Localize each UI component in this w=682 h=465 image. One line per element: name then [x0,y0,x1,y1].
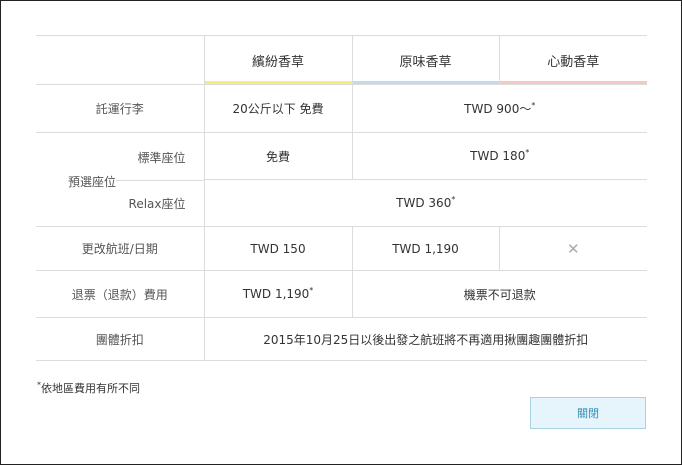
seat-standard-col23: TWD 180* [351,132,647,180]
row-label-seat-relax: Relax座位 [128,196,186,211]
row-label-seat-standard: 標準座位 [137,151,186,165]
change-col3: ✕ [498,226,647,271]
seat-relax-value: TWD 360 [396,196,452,210]
header-blank-cell [36,35,204,85]
table-row-seat-relax: Relax座位 TWD 360* [36,179,647,227]
refund-col1-value: TWD 1,190 [242,287,310,301]
change-col1: TWD 150 [203,226,352,271]
seat-standard-col1: 免費 [203,132,352,180]
baggage-col1: 20公斤以下 免費 [203,84,352,133]
table-row-refund: 退票（退款）費用 TWD 1,190* 機票不可退款 [36,270,647,318]
header-col3: 心動香草 [498,35,647,85]
baggage-col23-value: TWD 900～ [464,102,532,116]
close-button[interactable]: 關閉 [530,397,646,429]
header-col1-label: 繽紛香草 [251,54,304,70]
header-col2-color-bar [352,81,499,84]
baggage-col23: TWD 900～* [351,84,647,133]
seat-relax-label-cell: Relax座位 [36,179,204,227]
footnote: *依地區費用有所不同 [37,380,140,396]
header-col1-color-bar [204,81,352,84]
table-header-row: 繽紛香草 原味香草 心動香草 [36,35,647,85]
refund-col23: 機票不可退款 [351,270,647,318]
row-label-baggage: 託運行李 [36,84,204,133]
table-row-change: 更改航班/日期 TWD 150 TWD 1,190 ✕ [36,226,647,271]
seat-label-cell: 預選座位 標準座位 [36,132,204,189]
seat-relax-col123: TWD 360* [203,179,647,227]
refund-asterisk: * [309,286,314,295]
row-label-change: 更改航班/日期 [36,226,204,271]
table-row-baggage: 託運行李 20公斤以下 免費 TWD 900～* [36,84,647,133]
header-col1: 繽紛香草 [203,35,352,85]
seat-subrow-divider [116,179,204,181]
row-label-group: 團體折扣 [36,317,204,361]
table-row-seat-standard: 預選座位 標準座位 免費 TWD 180* [36,132,647,189]
seat-standard-col23-value: TWD 180 [470,149,526,163]
change-col2: TWD 1,190 [351,226,499,271]
row-label-refund: 退票（退款）費用 [36,270,204,318]
close-x-icon: ✕ [566,239,580,258]
header-col2: 原味香草 [351,35,499,85]
fare-comparison-table: 繽紛香草 原味香草 心動香草 託運行李 20公斤以下 免費 TWD 900～* … [36,35,647,361]
header-col3-color-bar [499,81,647,84]
header-col3-label: 心動香草 [547,54,600,70]
footnote-text: 依地區費用有所不同 [41,382,140,395]
seat-relax-asterisk: * [451,195,456,204]
seat-standard-asterisk: * [525,148,530,157]
table-row-group: 團體折扣 2015年10月25日以後出發之航班將不再適用揪團趣團體折扣 [36,317,647,361]
group-col123: 2015年10月25日以後出發之航班將不再適用揪團趣團體折扣 [203,317,647,361]
header-col2-label: 原味香草 [399,54,452,70]
refund-col1: TWD 1,190* [203,270,352,318]
baggage-asterisk: * [531,101,536,110]
